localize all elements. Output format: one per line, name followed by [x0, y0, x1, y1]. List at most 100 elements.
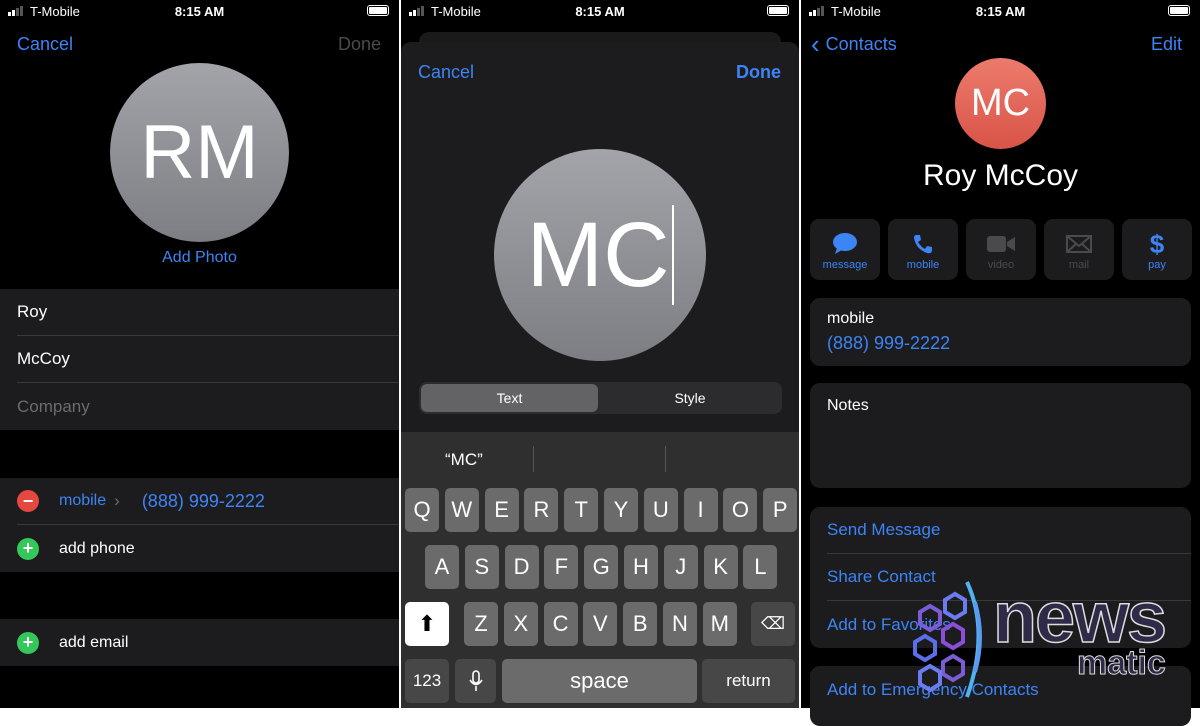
monogram-editor-panel: T-Mobile 8:15 AM Cancel Done MC Text Sty… — [401, 0, 799, 708]
key-p[interactable]: P — [763, 488, 798, 532]
status-bar: T-Mobile 8:15 AM — [0, 0, 399, 22]
add-email-label: add email — [59, 633, 129, 651]
key-s[interactable]: S — [464, 545, 499, 589]
add-photo-button[interactable]: Add Photo — [0, 249, 399, 267]
cancel-button[interactable]: Cancel — [17, 34, 73, 55]
first-name-field[interactable]: Roy — [17, 289, 399, 336]
edit-button[interactable]: Edit — [1151, 34, 1182, 55]
key-f[interactable]: F — [544, 545, 579, 589]
status-bar: T-Mobile 8:15 AM — [401, 0, 799, 22]
key-y[interactable]: Y — [604, 488, 638, 532]
cancel-button[interactable]: Cancel — [418, 62, 474, 83]
avatar[interactable]: RM — [110, 63, 289, 242]
phone-field[interactable]: (888) 999-2222 — [142, 491, 265, 512]
notes-label: Notes — [827, 397, 869, 414]
last-name-field[interactable]: McCoy — [17, 336, 399, 383]
key-o[interactable]: O — [723, 488, 758, 532]
key-x[interactable]: X — [503, 602, 538, 646]
add-email-row[interactable]: + add email — [17, 619, 399, 666]
chevron-left-icon: ‹ — [811, 29, 820, 59]
clock: 8:15 AM — [174, 4, 225, 19]
keyboard: “MC” Q W E R T Y U I O P A S D F G H J K L ⬆ Z X C V B N M ⌫ 123 spac… — [401, 432, 799, 708]
message-action-button[interactable]: message — [810, 219, 880, 280]
add-phone-row[interactable]: + add phone — [17, 525, 399, 572]
key-h[interactable]: H — [624, 545, 658, 589]
action-label: mobile — [906, 259, 940, 271]
key-r[interactable]: R — [524, 488, 559, 532]
phone-label-selector[interactable]: mobile — [59, 492, 106, 510]
contact-avatar[interactable]: MC — [955, 58, 1046, 149]
key-j[interactable]: J — [663, 545, 698, 589]
key-c[interactable]: C — [543, 602, 578, 646]
text-cursor — [671, 205, 674, 305]
phone-card[interactable]: mobile (888) 999-2222 — [810, 298, 1191, 366]
battery-icon — [1168, 5, 1190, 16]
action-label: mail — [1068, 259, 1090, 271]
monogram-avatar[interactable]: MC — [494, 149, 706, 361]
microphone-icon — [468, 670, 483, 691]
key-a[interactable]: A — [425, 545, 459, 589]
key-l[interactable]: L — [743, 545, 778, 589]
video-camera-icon — [966, 229, 1036, 259]
return-key[interactable]: return — [702, 659, 795, 703]
done-button[interactable]: Done — [338, 34, 381, 55]
add-phone-label: add phone — [59, 539, 135, 557]
suggestion-mc[interactable]: “MC” — [445, 450, 483, 470]
phone-label: mobile — [827, 310, 875, 327]
newsmatic-watermark: news matic — [905, 572, 1195, 707]
divider — [533, 446, 534, 472]
message-bubble-icon — [810, 229, 880, 259]
edit-contact-panel: T-Mobile 8:15 AM Cancel Done RM Add Phot… — [0, 0, 399, 708]
key-z[interactable]: Z — [464, 602, 498, 646]
add-icon: + — [17, 537, 39, 560]
key-u[interactable]: U — [643, 488, 678, 532]
send-message-label: Send Message — [827, 520, 941, 539]
action-label: pay — [1148, 259, 1166, 271]
add-icon: + — [17, 631, 39, 654]
email-fields: + add email — [0, 619, 399, 666]
action-label: video — [987, 259, 1015, 271]
key-d[interactable]: D — [504, 545, 539, 589]
segment-text[interactable]: Text — [421, 384, 598, 412]
pay-action-button[interactable]: $ pay — [1122, 219, 1192, 280]
numbers-key[interactable]: 123 — [405, 659, 449, 703]
backspace-icon: ⌫ — [760, 614, 786, 633]
first-name-value: Roy — [17, 302, 48, 321]
company-field[interactable]: Company — [17, 383, 399, 430]
battery-icon — [367, 5, 389, 16]
key-b[interactable]: B — [623, 602, 658, 646]
phone-number-link[interactable]: (888) 999-2222 — [827, 333, 950, 354]
done-button[interactable]: Done — [736, 62, 781, 83]
key-g[interactable]: G — [584, 545, 619, 589]
mobile-action-button[interactable]: mobile — [888, 219, 958, 280]
key-t[interactable]: T — [564, 488, 599, 532]
key-e[interactable]: E — [484, 488, 519, 532]
video-action-button[interactable]: video — [966, 219, 1036, 280]
watermark-matic: matic — [1077, 644, 1167, 683]
dictation-key[interactable] — [455, 659, 496, 703]
key-i[interactable]: I — [683, 488, 718, 532]
shift-key[interactable]: ⬆ — [405, 602, 449, 646]
segment-style[interactable]: Style — [600, 384, 780, 412]
remove-phone-icon[interactable]: − — [17, 490, 39, 512]
phone-icon — [888, 229, 958, 259]
space-key[interactable]: space — [502, 659, 697, 703]
monogram-text[interactable]: MC — [526, 203, 669, 308]
backspace-key[interactable]: ⌫ — [751, 602, 795, 646]
key-n[interactable]: N — [663, 602, 697, 646]
back-button[interactable]: ‹ Contacts — [811, 29, 897, 59]
dollar-icon: $ — [1149, 228, 1165, 259]
key-w[interactable]: W — [444, 488, 479, 532]
key-v[interactable]: V — [583, 602, 618, 646]
key-q[interactable]: Q — [405, 488, 439, 532]
send-message-button[interactable]: Send Message — [827, 507, 1191, 554]
key-k[interactable]: K — [703, 545, 738, 589]
notes-card[interactable]: Notes — [810, 383, 1191, 488]
newsmatic-logo-icon — [913, 581, 982, 698]
key-m[interactable]: M — [702, 602, 737, 646]
status-bar: T-Mobile 8:15 AM — [801, 0, 1200, 22]
mail-action-button[interactable]: mail — [1044, 219, 1114, 280]
company-placeholder: Company — [17, 396, 90, 416]
chevron-right-icon: › — [114, 491, 120, 510]
phone-row: − mobile › (888) 999-2222 — [17, 478, 399, 525]
